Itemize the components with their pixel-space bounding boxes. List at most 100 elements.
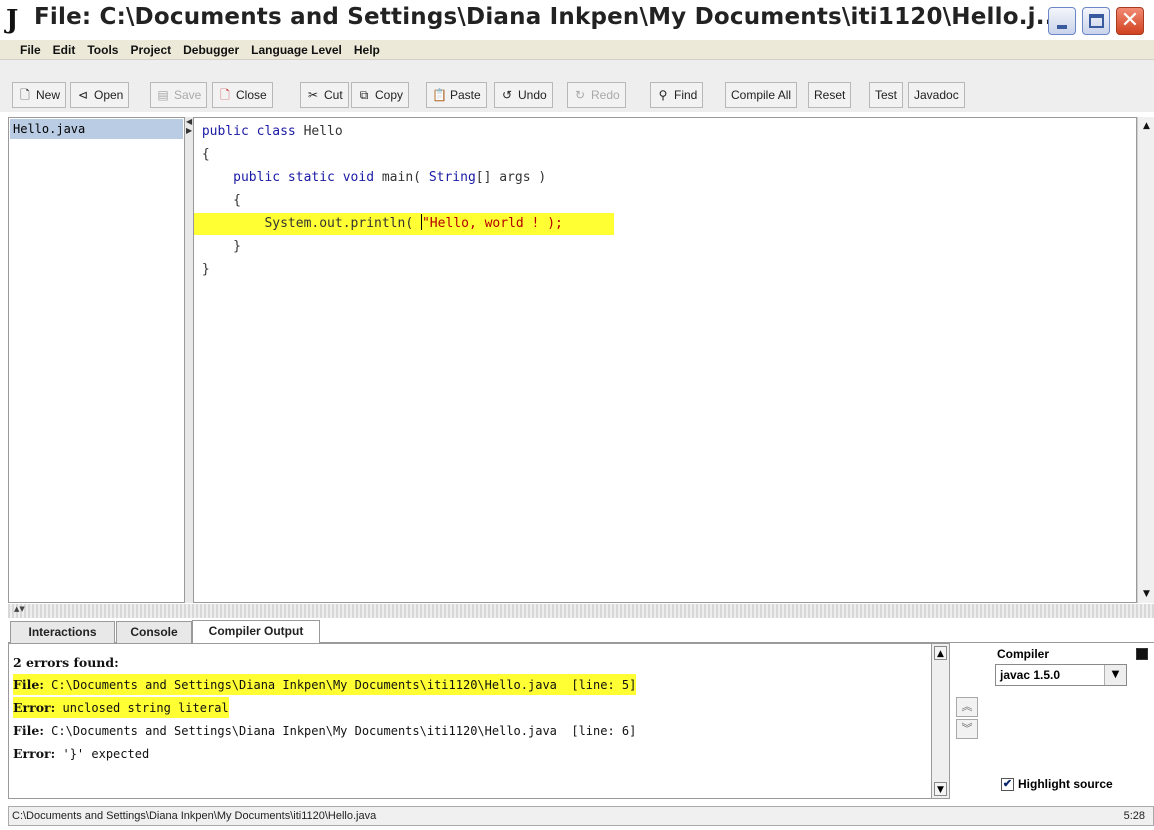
checkbox-checked-icon[interactable]: ✔ (1001, 777, 1014, 791)
reset-label: Reset (814, 88, 846, 102)
next-error-button[interactable]: ︾ (956, 719, 978, 739)
menu-language-level[interactable]: Language Level (251, 43, 342, 57)
code-line: } (194, 259, 1136, 281)
close-file-button[interactable]: 🗋 Close (212, 82, 273, 108)
code-line: { (194, 190, 1136, 212)
redo-label: Redo (591, 88, 620, 102)
list-item[interactable]: Hello.java (10, 119, 183, 139)
tab-console[interactable]: Console (116, 621, 192, 643)
scroll-up-icon[interactable]: ▲ (934, 646, 947, 660)
error-location-line[interactable]: File: C:\Documents and Settings\Diana In… (13, 674, 637, 695)
highlighted-error-line: System.out.println( "Hello, world ! ); (194, 213, 614, 235)
error-message-line[interactable]: Error: '}' expected (13, 743, 149, 764)
copy-label: Copy (375, 88, 404, 102)
open-files-list: Hello.java (8, 117, 185, 603)
bottom-tabs: Interactions Console Compiler Output (8, 619, 1154, 643)
javadoc-button[interactable]: Javadoc (908, 82, 965, 108)
minimize-icon (1057, 25, 1067, 29)
panel-toggle-icon[interactable] (1136, 648, 1148, 660)
redo-button[interactable]: ↻ Redo (567, 82, 626, 108)
code-text: } (201, 262, 210, 277)
redo-icon: ↻ (574, 88, 586, 102)
tab-compiler-output[interactable]: Compiler Output (192, 620, 320, 643)
error-label: Error: (13, 700, 56, 715)
code-text: System.out.println( (201, 216, 421, 231)
close-window-button[interactable]: ✕ (1116, 7, 1144, 35)
open-button[interactable]: ⊲ Open (70, 82, 130, 108)
maximize-button[interactable] (1082, 7, 1110, 35)
close-file-icon: 🗋 (220, 88, 230, 102)
error-path: C:\Documents and Settings\Diana Inkpen\M… (43, 724, 637, 738)
new-button[interactable]: 🗋 New (12, 82, 67, 108)
compiler-output-panel[interactable]: 2 errors found: File: C:\Documents and S… (8, 643, 932, 799)
error-path: C:\Documents and Settings\Diana Inkpen\M… (43, 678, 637, 692)
undo-icon: ↺ (501, 88, 513, 102)
editor-scrollbar[interactable]: ▲ ▼ (1137, 117, 1154, 603)
scroll-up-icon[interactable]: ▲ (1140, 119, 1153, 133)
horizontal-splitter[interactable]: ▲▼ (8, 604, 1154, 618)
file-label: File: (13, 677, 44, 692)
scroll-down-icon[interactable]: ▼ (934, 782, 947, 796)
chevron-down-icon: ︾ (961, 722, 973, 735)
minimize-button[interactable] (1048, 7, 1076, 35)
splitter-arrows-icon[interactable]: ▲▼ (14, 605, 25, 613)
code-line: } (194, 236, 1136, 258)
output-scrollbar[interactable]: ▲ ▼ (932, 643, 950, 799)
error-message-line[interactable]: Error: unclosed string literal (13, 697, 229, 718)
cut-label: Cut (324, 88, 343, 102)
paste-button[interactable]: 📋 Paste (426, 82, 487, 108)
compiler-label: Compiler (997, 647, 1050, 661)
collapse-left-icon[interactable]: ◀ (186, 118, 192, 126)
window-title: File: C:\Documents and Settings\Diana In… (34, 4, 1063, 30)
new-file-icon: 🗋 (20, 88, 30, 102)
compiler-select[interactable]: javac 1.5.0 ▼ (995, 664, 1127, 686)
vertical-splitter[interactable]: ◀ ▶ (185, 117, 193, 603)
error-count-text: 2 errors found: (13, 655, 119, 670)
code-text: Hello (295, 124, 343, 139)
maximize-icon (1089, 14, 1104, 28)
open-label: Open (94, 88, 124, 102)
menu-help[interactable]: Help (354, 43, 380, 57)
keyword: public class (201, 124, 296, 139)
compiler-panel: Compiler javac 1.5.0 ▼ ✔ Highlight sourc… (985, 643, 1154, 799)
code-text: [] args ) (475, 170, 547, 185)
tab-interactions[interactable]: Interactions (10, 621, 115, 643)
previous-error-button[interactable]: ︽ (956, 697, 978, 717)
code-line: public class Hello (194, 121, 1136, 143)
test-button[interactable]: Test (869, 82, 904, 108)
menu-edit[interactable]: Edit (53, 43, 76, 57)
menu-project[interactable]: Project (130, 43, 171, 57)
menu-file[interactable]: File (20, 43, 41, 57)
scroll-down-icon[interactable]: ▼ (1140, 587, 1153, 601)
chevron-down-icon[interactable]: ▼ (1104, 665, 1126, 685)
copy-button[interactable]: ⧉ Copy (351, 82, 410, 108)
paste-label: Paste (450, 88, 481, 102)
menu-debugger[interactable]: Debugger (183, 43, 239, 57)
clipboard-icon: 📋 (432, 88, 447, 102)
status-bar: C:\Documents and Settings\Diana Inkpen\M… (8, 806, 1154, 826)
error-message: unclosed string literal (55, 701, 229, 715)
toolbar: 🗋 New ⊲ Open ▤ Save 🗋 Close ✂ Cut ⧉ Copy 📋 Past… (0, 60, 1154, 112)
open-folder-icon: ⊲ (77, 88, 89, 102)
undo-button[interactable]: ↺ Undo (494, 82, 553, 108)
save-button[interactable]: ▤ Save (150, 82, 208, 108)
highlight-source-checkbox[interactable]: ✔ Highlight source (1001, 777, 1113, 791)
cut-button[interactable]: ✂ Cut (300, 82, 349, 108)
find-button[interactable]: ⚲ Find (650, 82, 704, 108)
error-message: '}' expected (55, 747, 150, 761)
save-label: Save (174, 88, 202, 102)
code-editor[interactable]: public class Hello { public static void … (193, 117, 1137, 603)
error-location-line[interactable]: File: C:\Documents and Settings\Diana In… (13, 720, 636, 741)
javadoc-label: Javadoc (914, 88, 959, 102)
copy-icon: ⧉ (359, 88, 369, 102)
reset-button[interactable]: Reset (808, 82, 852, 108)
binoculars-icon: ⚲ (658, 88, 668, 102)
compile-all-button[interactable]: Compile All (725, 82, 798, 108)
expand-right-icon[interactable]: ▶ (186, 127, 192, 135)
code-line: { (194, 144, 1136, 166)
new-label: New (36, 88, 61, 102)
cursor-position: 5:28 (1123, 810, 1145, 822)
highlight-source-label: Highlight source (1018, 777, 1113, 791)
menu-tools[interactable]: Tools (87, 43, 118, 57)
